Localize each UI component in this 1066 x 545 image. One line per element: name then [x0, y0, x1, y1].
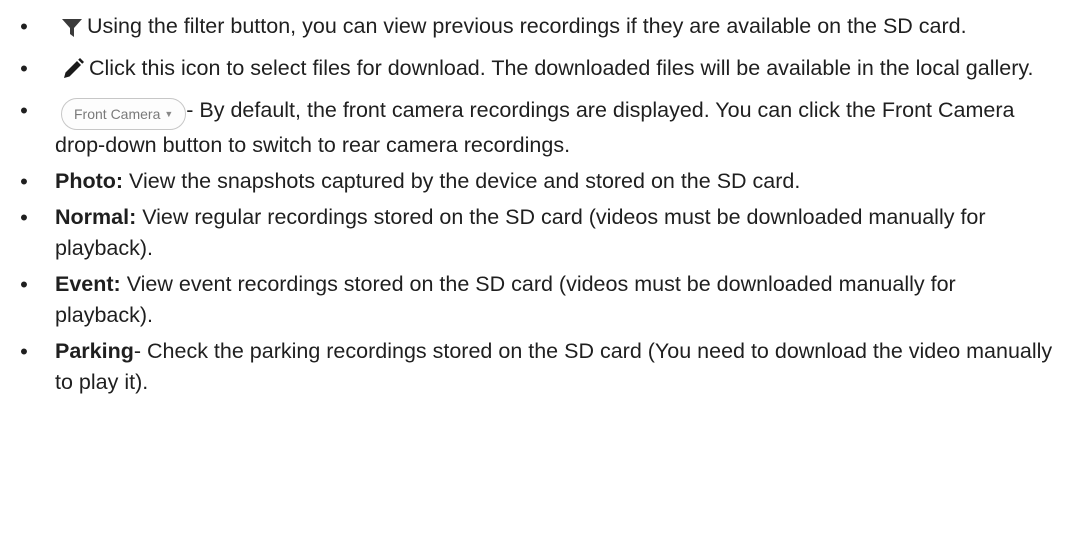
list-item-parking: • Parking- Check the parking recordings …: [0, 336, 1066, 398]
item-term: Event:: [55, 272, 121, 296]
bullet: •: [20, 56, 28, 81]
bullet: •: [20, 272, 28, 297]
bullet: •: [20, 205, 28, 230]
list-item-select-files: • Click this icon to select files for do…: [0, 53, 1066, 90]
bullet: •: [20, 339, 28, 364]
item-term: Parking: [55, 339, 134, 363]
list-item-photo: • Photo: View the snapshots captured by …: [0, 166, 1066, 197]
item-text: View event recordings stored on the SD c…: [55, 272, 956, 327]
item-text: View regular recordings stored on the SD…: [55, 205, 986, 260]
bullet: •: [20, 98, 28, 123]
item-text: Using the filter button, you can view pr…: [87, 14, 967, 38]
item-text: - By default, the front camera recording…: [55, 98, 1015, 157]
instruction-list: • Using the filter button, you can view …: [0, 0, 1066, 403]
bullet: •: [20, 169, 28, 194]
item-text: Click this icon to select files for down…: [89, 56, 1034, 80]
item-text: - Check the parking recordings stored on…: [55, 339, 1053, 394]
item-text: View the snapshots captured by the devic…: [123, 169, 801, 193]
list-item-normal: • Normal: View regular recordings stored…: [0, 202, 1066, 264]
caret-down-icon: ▼: [164, 109, 174, 119]
pencil-icon: [61, 57, 85, 90]
front-camera-dropdown-image: Front Camera ▼: [61, 98, 187, 130]
bullet: •: [20, 14, 28, 39]
list-item-filter: • Using the filter button, you can view …: [0, 0, 1066, 48]
dropdown-label: Front Camera: [74, 106, 161, 122]
item-term: Normal:: [55, 205, 137, 229]
list-item-event: • Event: View event recordings stored on…: [0, 269, 1066, 331]
list-item-front-camera: • Front Camera ▼ - By default, the front c…: [0, 95, 1066, 161]
item-term: Photo:: [55, 169, 124, 193]
filter-icon: [61, 17, 83, 48]
